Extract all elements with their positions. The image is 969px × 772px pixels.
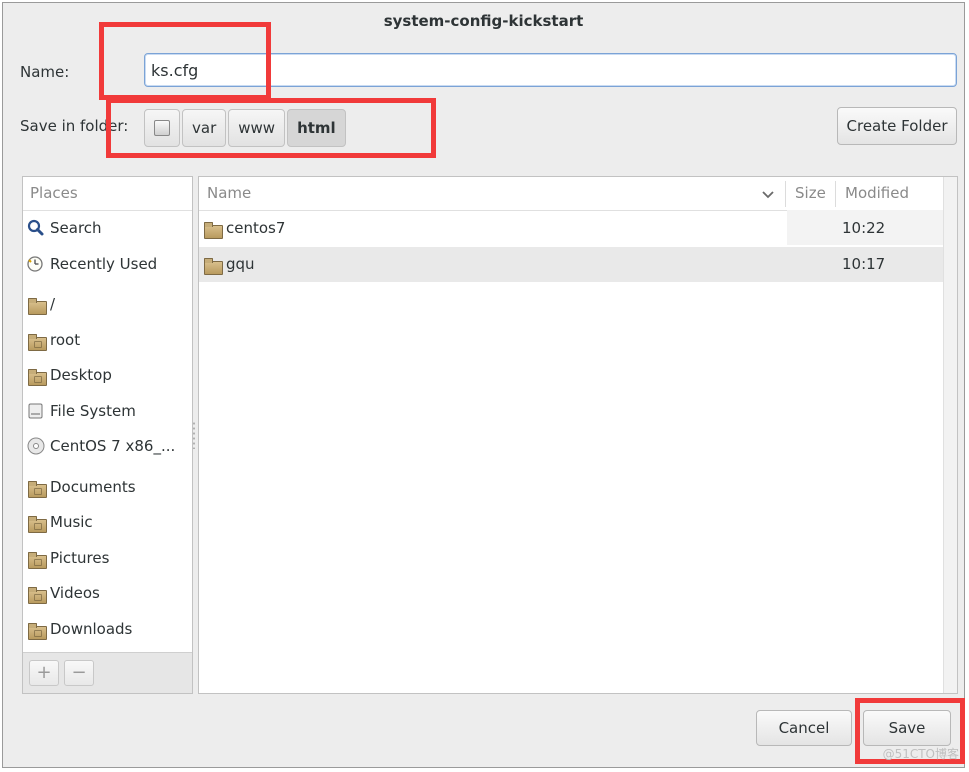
- file-list-header: Name Size Modified: [199, 177, 957, 211]
- folder-icon: [202, 219, 223, 239]
- place-root-dir[interactable]: /: [23, 289, 192, 319]
- cancel-button[interactable]: Cancel: [756, 710, 852, 746]
- highlight-box-name: [99, 22, 271, 100]
- file-name: centos7: [226, 219, 286, 237]
- column-separator: [835, 181, 836, 207]
- place-search[interactable]: Search: [23, 213, 192, 243]
- column-name[interactable]: Name: [207, 177, 251, 210]
- home-folder-icon: [26, 331, 47, 351]
- file-modified: 10:22: [842, 219, 886, 237]
- place-recently-used[interactable]: Recently Used: [23, 249, 192, 279]
- column-size[interactable]: Size: [795, 177, 826, 210]
- chevron-down-icon[interactable]: [761, 186, 775, 205]
- place-centos-disc[interactable]: CentOS 7 x86_...: [23, 431, 192, 461]
- place-label: Downloads: [50, 620, 133, 638]
- drive-icon: [26, 402, 46, 420]
- place-videos[interactable]: Videos: [23, 578, 192, 608]
- vertical-scrollbar[interactable]: [943, 177, 957, 693]
- place-label: Documents: [50, 478, 136, 496]
- add-place-button[interactable]: +: [29, 660, 59, 686]
- column-separator: [785, 181, 786, 207]
- pictures-folder-icon: [26, 549, 47, 569]
- highlight-box-folder: [106, 98, 436, 158]
- places-header: Places: [23, 177, 192, 211]
- watermark: @51CTO博客: [882, 747, 959, 761]
- place-documents[interactable]: Documents: [23, 472, 192, 502]
- name-label: Name:: [20, 63, 70, 81]
- place-label: Videos: [50, 584, 100, 602]
- search-icon: [26, 219, 46, 237]
- folder-icon: [26, 295, 47, 315]
- disc-icon: [26, 437, 46, 455]
- file-name: gqu: [226, 255, 255, 273]
- pane-resize-handle[interactable]: [192, 421, 196, 449]
- place-label: Music: [50, 513, 93, 531]
- clock-icon: [26, 255, 46, 273]
- place-label: /: [50, 295, 56, 313]
- place-label: File System: [50, 402, 136, 420]
- file-row[interactable]: centos7 10:22: [199, 211, 944, 246]
- place-desktop[interactable]: Desktop: [23, 360, 192, 390]
- file-row[interactable]: gqu 10:17: [199, 247, 944, 282]
- downloads-folder-icon: [26, 620, 47, 640]
- folder-icon: [202, 255, 223, 275]
- videos-folder-icon: [26, 584, 47, 604]
- file-list: Name Size Modified centos7 10:22 gqu 10:…: [198, 176, 958, 694]
- place-pictures[interactable]: Pictures: [23, 543, 192, 573]
- place-file-system[interactable]: File System: [23, 396, 192, 426]
- column-modified[interactable]: Modified: [845, 177, 909, 210]
- place-label: Search: [50, 219, 102, 237]
- place-music[interactable]: Music: [23, 507, 192, 537]
- place-label: Recently Used: [50, 255, 158, 273]
- file-modified: 10:17: [842, 255, 886, 273]
- documents-folder-icon: [26, 478, 47, 498]
- desktop-folder-icon: [26, 366, 47, 386]
- places-footer: + −: [23, 652, 192, 693]
- music-folder-icon: [26, 513, 47, 533]
- place-root[interactable]: root: [23, 325, 192, 355]
- places-sidebar: Places Search Recently Used / root Deskt…: [22, 176, 193, 694]
- remove-place-button[interactable]: −: [64, 660, 94, 686]
- place-downloads[interactable]: Downloads: [23, 614, 192, 644]
- place-label: Pictures: [50, 549, 110, 567]
- place-label: root: [50, 331, 81, 349]
- place-label: Desktop: [50, 366, 112, 384]
- place-label: CentOS 7 x86_...: [50, 437, 176, 455]
- create-folder-button[interactable]: Create Folder: [837, 107, 957, 145]
